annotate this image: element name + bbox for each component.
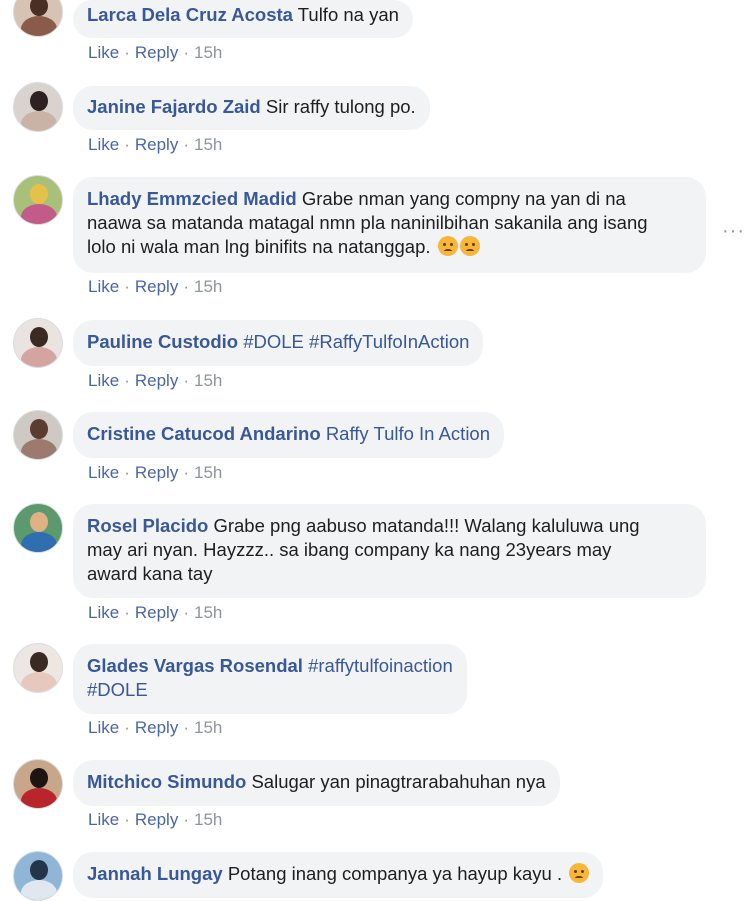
avatar[interactable] <box>13 759 63 809</box>
separator: · <box>183 371 189 390</box>
avatar[interactable] <box>13 175 63 225</box>
comment-meta: Like · Reply · 15h <box>88 135 222 155</box>
comment-text: lolo ni wala man lng binifits na natangg… <box>87 236 431 257</box>
page-tag-link[interactable]: Raffy Tulfo In Action <box>326 423 490 444</box>
comment-meta: Like · Reply · 15h <box>88 718 222 738</box>
frowning-face-icon <box>569 863 590 883</box>
separator: · <box>124 371 130 390</box>
comment-author[interactable]: Rosel Placido <box>87 515 208 536</box>
reply-link[interactable]: Reply <box>135 277 178 296</box>
comment-bubble: Jannah Lungay Potang inang companya ya h… <box>73 852 604 898</box>
reply-link[interactable]: Reply <box>135 718 178 737</box>
reply-link[interactable]: Reply <box>135 463 178 482</box>
comment-bubble: Lhady Emmzcied Madid Grabe nman yang com… <box>73 177 706 273</box>
comment-bubble: Pauline Custodio #DOLE #RaffyTulfoInActi… <box>73 320 484 366</box>
comment-author[interactable]: Pauline Custodio <box>87 331 238 352</box>
comment-author[interactable]: Lhady Emmzcied Madid <box>87 188 297 209</box>
comment-text: Potang inang companya ya hayup kayu . <box>227 863 563 884</box>
comment-author[interactable]: Larca Dela Cruz Acosta <box>87 4 293 25</box>
like-link[interactable]: Like <box>88 810 119 829</box>
like-link[interactable]: Like <box>88 135 119 154</box>
comment-bubble: Cristine Catucod Andarino Raffy Tulfo In… <box>73 412 505 458</box>
comment-author[interactable]: Mitchico Simundo <box>87 771 246 792</box>
separator: · <box>183 603 189 622</box>
like-link[interactable]: Like <box>88 43 119 62</box>
avatar[interactable] <box>13 410 63 460</box>
avatar[interactable] <box>13 82 63 132</box>
separator: · <box>183 810 189 829</box>
separator: · <box>124 43 130 62</box>
comment-meta: Like · Reply · 15h <box>88 810 222 830</box>
timestamp[interactable]: 15h <box>194 603 222 622</box>
frowning-face-icon <box>437 236 458 256</box>
timestamp[interactable]: 15h <box>194 463 222 482</box>
reply-link[interactable]: Reply <box>135 371 178 390</box>
comment-meta: Like · Reply · 15h <box>88 463 222 483</box>
hashtag-link[interactable]: #raffytulfoinaction <box>308 655 453 676</box>
separator: · <box>124 718 130 737</box>
avatar[interactable] <box>13 0 63 37</box>
like-link[interactable]: Like <box>88 463 119 482</box>
comment-text: Sir raffy tulong po. <box>265 96 416 117</box>
comment-author[interactable]: Jannah Lungay <box>87 863 223 884</box>
comment-author[interactable]: Cristine Catucod Andarino <box>87 423 321 444</box>
separator: · <box>183 43 189 62</box>
hashtag-link[interactable]: #DOLE #RaffyTulfoInAction <box>243 331 469 352</box>
separator: · <box>183 277 189 296</box>
separator: · <box>124 810 130 829</box>
comment-meta: Like · Reply · 15h <box>88 277 222 297</box>
separator: · <box>124 135 130 154</box>
comment-text: Grabe nman yang compny na yan di na <box>301 188 626 209</box>
more-options-icon[interactable]: ··· <box>722 220 745 243</box>
comment-text: award kana tay <box>87 563 213 584</box>
comment-bubble: Janine Fajardo Zaid Sir raffy tulong po. <box>73 86 430 130</box>
comment-meta: Like · Reply · 15h <box>88 371 222 391</box>
avatar[interactable] <box>13 851 63 901</box>
comment-meta: Like · Reply · 15h <box>88 603 222 623</box>
reply-link[interactable]: Reply <box>135 810 178 829</box>
separator: · <box>124 603 130 622</box>
timestamp[interactable]: 15h <box>194 277 222 296</box>
comment-text: may ari nyan. Hayzzz.. sa ibang company … <box>87 539 612 560</box>
comment-text: Salugar yan pinagtrarabahuhan nya <box>251 771 546 792</box>
separator: · <box>183 718 189 737</box>
like-link[interactable]: Like <box>88 277 119 296</box>
timestamp[interactable]: 15h <box>194 371 222 390</box>
separator: · <box>183 463 189 482</box>
avatar[interactable] <box>13 643 63 693</box>
comment-author[interactable]: Glades Vargas Rosendal <box>87 655 303 676</box>
separator: · <box>124 463 130 482</box>
like-link[interactable]: Like <box>88 371 119 390</box>
like-link[interactable]: Like <box>88 603 119 622</box>
comment-meta: Like · Reply · 15h <box>88 43 222 63</box>
avatar[interactable] <box>13 318 63 368</box>
comment-text: naawa sa matanda matagal nmn pla naninil… <box>87 212 648 233</box>
reply-link[interactable]: Reply <box>135 43 178 62</box>
comment-text: Tulfo na yan <box>297 4 399 25</box>
timestamp[interactable]: 15h <box>194 718 222 737</box>
timestamp[interactable]: 15h <box>194 810 222 829</box>
reply-link[interactable]: Reply <box>135 603 178 622</box>
comment-bubble: Larca Dela Cruz Acosta Tulfo na yan <box>73 0 413 38</box>
comment-bubble: Mitchico Simundo Salugar yan pinagtrarab… <box>73 760 560 806</box>
separator: · <box>124 277 130 296</box>
comment-bubble: Rosel Placido Grabe png aabuso matanda!!… <box>73 504 706 598</box>
reply-link[interactable]: Reply <box>135 135 178 154</box>
like-link[interactable]: Like <box>88 718 119 737</box>
avatar[interactable] <box>13 503 63 553</box>
timestamp[interactable]: 15h <box>194 135 222 154</box>
timestamp[interactable]: 15h <box>194 43 222 62</box>
comment-author[interactable]: Janine Fajardo Zaid <box>87 96 261 117</box>
separator: · <box>183 135 189 154</box>
comment-text: Grabe png aabuso matanda!!! Walang kalul… <box>213 515 640 536</box>
frowning-face-icon <box>459 236 480 256</box>
comment-bubble: Glades Vargas Rosendal #raffytulfoinacti… <box>73 644 467 714</box>
hashtag-link[interactable]: #DOLE <box>87 679 148 700</box>
